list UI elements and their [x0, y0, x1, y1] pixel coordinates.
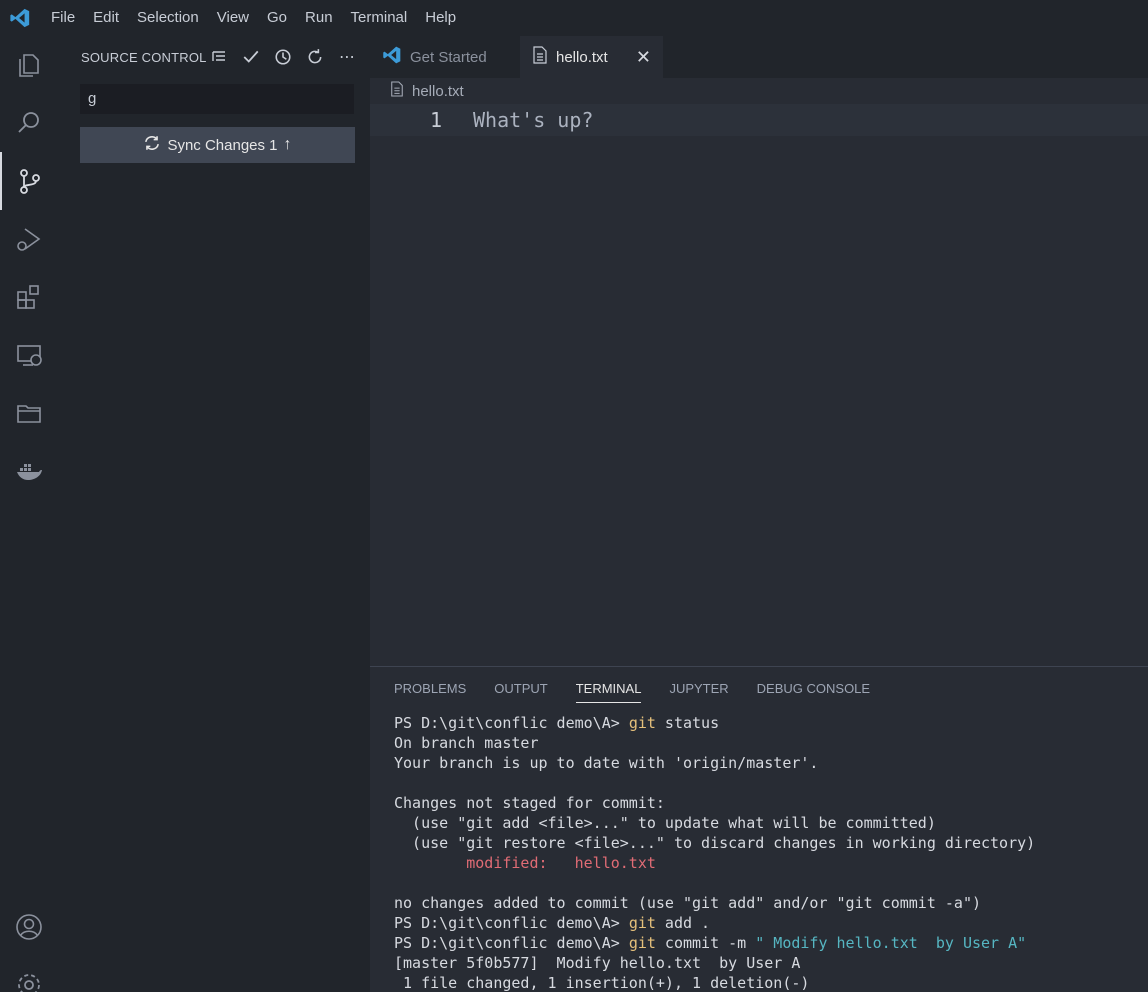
breadcrumb-file[interactable]: hello.txt — [412, 83, 464, 100]
terminal-line: Your branch is up to date with 'origin/m… — [394, 754, 819, 772]
editor-tabs: Get Started hello.txt ✕ — [370, 36, 1148, 78]
sync-changes-button[interactable]: Sync Changes 1 ↑ — [80, 127, 355, 163]
terminal-line: On branch master — [394, 734, 539, 752]
files-icon[interactable] — [0, 36, 58, 94]
terminal-prompt: PS D:\git\conflic demo\A> — [394, 714, 629, 732]
menu-view[interactable]: View — [208, 0, 258, 36]
menu-selection[interactable]: Selection — [128, 0, 208, 36]
settings-gear-icon[interactable] — [0, 956, 58, 992]
tab-label: hello.txt — [556, 48, 608, 66]
tab-hello-txt[interactable]: hello.txt ✕ — [520, 36, 663, 78]
terminal-line: Changes not staged for commit: — [394, 794, 665, 812]
account-icon[interactable] — [0, 898, 58, 956]
menu-terminal[interactable]: Terminal — [342, 0, 417, 36]
panel-tab-jupyter[interactable]: JUPYTER — [669, 681, 728, 703]
more-actions-icon[interactable]: ⋯ — [336, 46, 358, 68]
docker-icon[interactable] — [0, 442, 58, 500]
terminal-line: PS D:\git\conflic demo\A> git status — [394, 713, 1035, 733]
terminal-command: git — [628, 714, 656, 732]
sidebar-toolbar: ⋯ — [208, 46, 358, 68]
terminal-line: (use "git restore <file>..." to discard … — [394, 834, 1036, 852]
commit-message-input[interactable]: g — [80, 84, 354, 114]
panel-tab-problems[interactable]: PROBLEMS — [394, 681, 466, 703]
code-line[interactable]: What's up? — [473, 108, 593, 132]
terminal-line: PS D:\git\conflic demo\A> git commit -m … — [394, 933, 1035, 953]
panel-tab-terminal[interactable]: TERMINAL — [575, 681, 642, 703]
tab-get-started[interactable]: Get Started — [370, 36, 520, 78]
source-control-sidebar: SOURCE CONTROL ⋯ g Sync Changes 1 ↑ — [58, 36, 370, 992]
run-debug-icon[interactable] — [0, 210, 58, 268]
terminal-line: [master 5f0b577] Modify hello.txt by Use… — [394, 954, 801, 972]
view-as-tree-icon[interactable] — [208, 46, 230, 68]
terminal-line: PS D:\git\conflic demo\A> git add . — [394, 913, 1035, 933]
terminal-line: 1 file changed, 1 insertion(+), 1 deleti… — [394, 974, 810, 992]
terminal-modified-line: modified: hello.txt — [394, 854, 656, 872]
terminal-string: " Modify hello.txt by User A" — [755, 934, 1027, 952]
terminal-line: no changes added to commit (use "git add… — [394, 894, 981, 912]
menu-edit[interactable]: Edit — [84, 0, 128, 36]
terminal-args: commit -m — [655, 934, 756, 952]
terminal-line: (use "git add <file>..." to update what … — [394, 814, 936, 832]
panel-tabs: PROBLEMS OUTPUT TERMINAL JUPYTER DEBUG C… — [394, 681, 870, 703]
menu-help[interactable]: Help — [416, 0, 465, 36]
file-icon — [532, 46, 548, 68]
menu-go[interactable]: Go — [258, 0, 296, 36]
panel-tab-debug-console[interactable]: DEBUG CONSOLE — [757, 681, 870, 703]
menu-run[interactable]: Run — [296, 0, 342, 36]
terminal-args: status — [655, 714, 720, 732]
menu-bar: File Edit Selection View Go Run Terminal… — [0, 0, 1148, 36]
commit-check-icon[interactable] — [240, 46, 262, 68]
sidebar-title: SOURCE CONTROL — [81, 49, 207, 65]
terminal-command: git — [628, 914, 656, 932]
line-number: 1 — [429, 108, 442, 132]
terminal-command: git — [628, 934, 656, 952]
panel-tab-output[interactable]: OUTPUT — [494, 681, 547, 703]
terminal-output[interactable]: PS D:\git\conflic demo\A> git status On b… — [394, 713, 1035, 992]
vscode-tab-icon — [382, 45, 402, 69]
sync-button-label: Sync Changes 1 — [167, 136, 278, 154]
search-icon[interactable] — [0, 94, 58, 152]
terminal-prompt: PS D:\git\conflic demo\A> — [394, 934, 629, 952]
remote-explorer-icon[interactable] — [0, 326, 58, 384]
refresh-icon[interactable] — [304, 46, 326, 68]
folder-icon[interactable] — [0, 384, 58, 442]
bottom-panel: PROBLEMS OUTPUT TERMINAL JUPYTER DEBUG C… — [370, 666, 1148, 992]
terminal-prompt: PS D:\git\conflic demo\A> — [394, 914, 629, 932]
sync-icon — [143, 134, 161, 156]
arrow-up-icon: ↑ — [283, 136, 292, 153]
extensions-icon[interactable] — [0, 268, 58, 326]
tab-label: Get Started — [410, 48, 487, 66]
terminal-args: add . — [655, 914, 711, 932]
menu-file[interactable]: File — [40, 0, 84, 36]
source-control-icon[interactable] — [0, 152, 58, 210]
close-icon[interactable]: ✕ — [636, 47, 651, 68]
vscode-logo-icon — [0, 0, 40, 36]
file-icon — [390, 81, 404, 101]
activity-bar — [0, 36, 58, 992]
breadcrumb: hello.txt — [390, 80, 464, 102]
history-icon[interactable] — [272, 46, 294, 68]
